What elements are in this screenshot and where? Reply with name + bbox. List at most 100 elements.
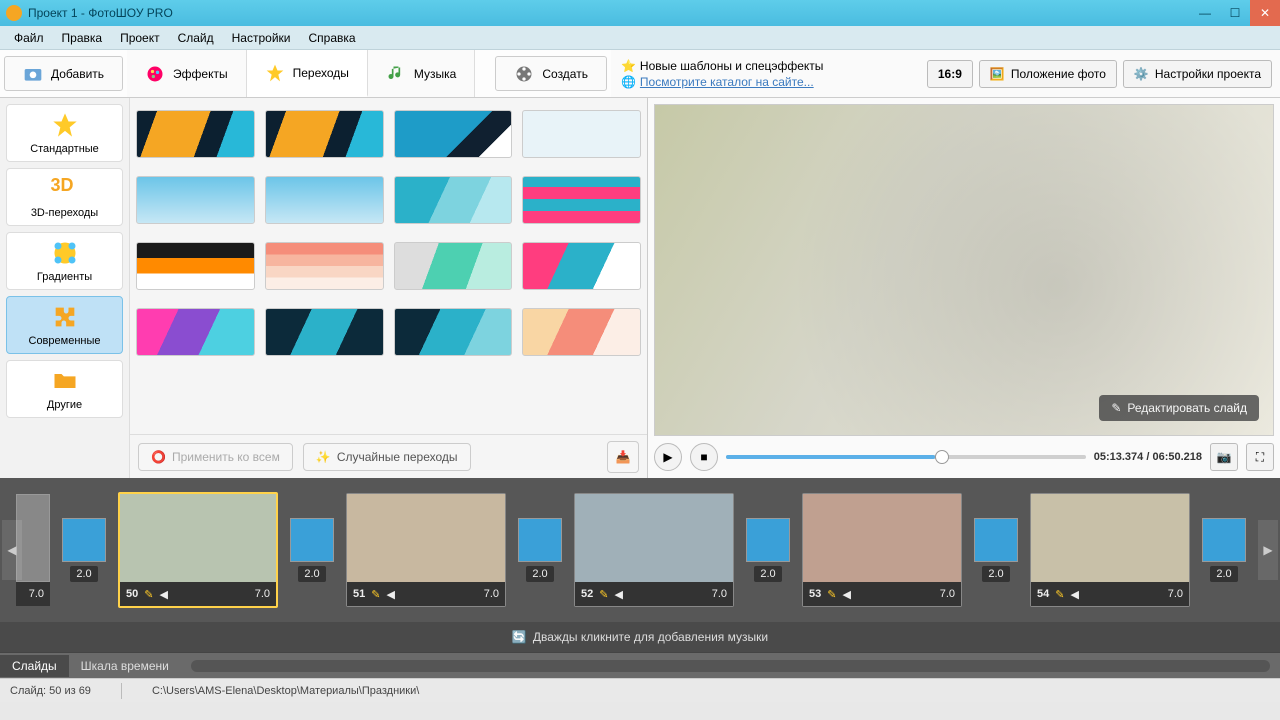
transition-thumb[interactable] <box>265 308 384 356</box>
transition-thumb-icon <box>62 518 106 562</box>
transition-slot[interactable]: 2.0 <box>516 518 564 582</box>
transitions-tab[interactable]: Переходы <box>247 50 368 97</box>
globe-icon: 🌐 <box>621 75 636 89</box>
aspect-ratio-button[interactable]: 16:9 <box>927 60 973 88</box>
sound-icon: ◀ <box>159 588 167 601</box>
transition-thumb[interactable] <box>265 110 384 158</box>
transition-thumb[interactable] <box>136 308 255 356</box>
timeline-frame[interactable]: 51✎◀7.0 <box>346 493 506 607</box>
minimize-button[interactable]: — <box>1190 0 1220 26</box>
fullscreen-button[interactable]: ⛶ <box>1246 443 1274 471</box>
gradient-icon <box>51 239 79 267</box>
transition-slot[interactable]: 2.0 <box>288 518 336 582</box>
add-collection-button[interactable]: 📥 <box>607 441 639 473</box>
frame-icon: 🖼️ <box>990 67 1005 81</box>
category-star[interactable]: Стандартные <box>6 104 123 162</box>
music-track[interactable]: 🔄 Дважды кликните для добавления музыки <box>0 622 1280 652</box>
random-transitions-button[interactable]: ✨ Случайные переходы <box>303 443 471 471</box>
transition-slot[interactable]: 2.0 <box>744 518 792 582</box>
transition-thumb[interactable] <box>522 242 641 290</box>
transition-thumb[interactable] <box>394 110 513 158</box>
transition-slot[interactable]: 2.0 <box>1200 518 1248 582</box>
transition-grid[interactable] <box>130 98 647 434</box>
pencil-icon: ✎ <box>144 588 153 601</box>
transition-thumb[interactable] <box>265 242 384 290</box>
transition-thumb-icon <box>974 518 1018 562</box>
menu-slide[interactable]: Слайд <box>170 28 222 48</box>
category-3d[interactable]: 3D3D-переходы <box>6 168 123 226</box>
menu-file[interactable]: Файл <box>6 28 52 48</box>
effects-tab[interactable]: Эффекты <box>127 50 247 97</box>
status-slide: Слайд: 50 из 69 <box>10 685 91 697</box>
film-reel-icon <box>514 64 534 84</box>
timeline[interactable]: ◀ 7.02.050✎◀7.02.051✎◀7.02.052✎◀7.02.053… <box>0 478 1280 622</box>
tab-slides[interactable]: Слайды <box>0 655 69 677</box>
transition-thumb-icon <box>290 518 334 562</box>
transition-thumb[interactable] <box>136 110 255 158</box>
category-puzzle[interactable]: Современные <box>6 296 123 354</box>
timeline-scrollbar[interactable] <box>191 660 1270 672</box>
timeline-prev-button[interactable]: ◀ <box>2 520 22 580</box>
sound-icon: ◀ <box>386 588 394 601</box>
pencil-icon: ✎ <box>1111 401 1121 415</box>
folder-icon <box>51 367 79 395</box>
snapshot-button[interactable]: 📷 <box>1210 443 1238 471</box>
sound-icon: ◀ <box>1070 588 1078 601</box>
menu-settings[interactable]: Настройки <box>224 28 299 48</box>
apply-all-button[interactable]: ⭕ Применить ко всем <box>138 443 293 471</box>
category-list: Стандартные 3D3D-переходы Градиенты Совреме… <box>0 98 130 478</box>
menu-edit[interactable]: Правка <box>54 28 111 48</box>
timeline-frame[interactable]: 52✎◀7.0 <box>574 493 734 607</box>
timeline-next-button[interactable]: ▶ <box>1258 520 1278 580</box>
star-icon <box>51 111 79 139</box>
apply-icon: ⭕ <box>151 450 166 464</box>
transition-thumb[interactable] <box>394 308 513 356</box>
add-button[interactable]: Добавить <box>4 56 123 91</box>
app-logo-icon <box>6 5 22 21</box>
promo-area: ⭐ Новые шаблоны и спецэффекты 🌐 Посмотри… <box>611 50 919 97</box>
transition-thumb[interactable] <box>136 176 255 224</box>
menu-project[interactable]: Проект <box>112 28 168 48</box>
wand-icon: ✨ <box>316 450 331 464</box>
palette-icon <box>145 64 165 84</box>
main-toolbar: Добавить Эффекты Переходы Музыка Создать… <box>0 50 1280 98</box>
status-path: C:\Users\AMS-Elena\Desktop\Материалы\Пра… <box>152 685 419 697</box>
time-display: 05:13.374 / 06:50.218 <box>1094 451 1202 463</box>
gear-icon: ⚙️ <box>1134 67 1149 81</box>
seek-slider[interactable] <box>726 455 1086 459</box>
create-button[interactable]: Создать <box>495 56 607 91</box>
timeline-frame[interactable]: 50✎◀7.0 <box>118 492 278 608</box>
transition-thumb[interactable] <box>265 176 384 224</box>
menu-help[interactable]: Справка <box>300 28 363 48</box>
pencil-icon: ✎ <box>599 588 608 601</box>
transition-slot[interactable]: 2.0 <box>972 518 1020 582</box>
transition-thumb[interactable] <box>522 110 641 158</box>
transition-thumb[interactable] <box>522 176 641 224</box>
promo-link[interactable]: Посмотрите каталог на сайте... <box>640 75 814 89</box>
transition-thumb[interactable] <box>394 176 513 224</box>
window-title: Проект 1 - ФотоШОУ PRO <box>28 6 173 20</box>
camera-icon <box>23 64 43 84</box>
category-gradient[interactable]: Градиенты <box>6 232 123 290</box>
transition-thumb[interactable] <box>136 242 255 290</box>
maximize-button[interactable]: ☐ <box>1220 0 1250 26</box>
transition-thumb[interactable] <box>394 242 513 290</box>
transition-thumb-icon <box>518 518 562 562</box>
refresh-icon: 🔄 <box>512 630 527 644</box>
timeline-frame[interactable]: 53✎◀7.0 <box>802 493 962 607</box>
music-tab[interactable]: Музыка <box>368 50 475 97</box>
transition-thumb[interactable] <box>522 308 641 356</box>
close-button[interactable]: ✕ <box>1250 0 1280 26</box>
preview-canvas: ✎ Редактировать слайд <box>654 104 1274 436</box>
category-folder[interactable]: Другие <box>6 360 123 418</box>
pencil-icon: ✎ <box>827 588 836 601</box>
timeline-frame[interactable]: 54✎◀7.0 <box>1030 493 1190 607</box>
tab-timescale[interactable]: Шкала времени <box>69 655 181 677</box>
project-settings-button[interactable]: ⚙️ Настройки проекта <box>1123 60 1272 88</box>
play-button[interactable]: ▶ <box>654 443 682 471</box>
photo-position-button[interactable]: 🖼️ Положение фото <box>979 60 1117 88</box>
music-icon <box>386 64 406 84</box>
transition-slot[interactable]: 2.0 <box>60 518 108 582</box>
stop-button[interactable]: ■ <box>690 443 718 471</box>
edit-slide-button[interactable]: ✎ Редактировать слайд <box>1099 395 1259 421</box>
